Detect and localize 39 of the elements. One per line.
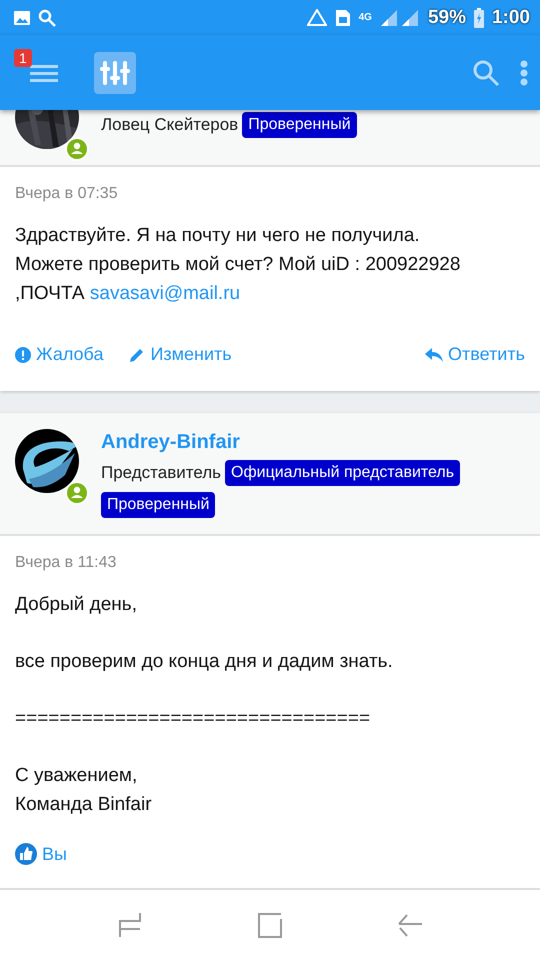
reaction-button[interactable]: Вы <box>15 843 67 865</box>
sliders-button[interactable] <box>94 52 136 94</box>
network-type: 4G <box>358 12 372 22</box>
sliders-icon <box>100 58 130 86</box>
signal-icon <box>380 8 420 26</box>
user-badge: Проверенный <box>242 112 357 138</box>
post-text: ================================ <box>15 707 372 731</box>
edit-button[interactable]: Изменить <box>129 344 232 365</box>
pencil-icon <box>129 346 146 362</box>
post-time: Вчера в 11:43 <box>15 554 118 572</box>
search-icon <box>38 8 56 26</box>
post-text: Добрый день, <box>15 593 138 617</box>
author-name[interactable]: Andrey-Binfair <box>101 431 525 454</box>
reply-icon <box>425 348 444 362</box>
image-icon <box>14 10 30 24</box>
more-icon[interactable] <box>520 60 528 86</box>
back-icon[interactable] <box>397 912 423 938</box>
post-text: С уважением, Команда Binfair <box>15 764 153 817</box>
email-link[interactable]: savasavi@mail.ru <box>90 283 240 304</box>
notification-badge: 1 <box>14 48 32 66</box>
post-time: Вчера в 07:35 <box>15 185 119 203</box>
home-icon[interactable] <box>257 912 283 938</box>
sim-card-icon <box>334 8 351 26</box>
post-text: Здраствуйте. Я на почту ни чего не получила. Можете проверить мой счет? Мой uiD : 200922928 ,ПОЧТА savasavi@mail.ru <box>15 224 462 306</box>
battery-percent: 59% <box>428 6 466 28</box>
exclamation-icon <box>15 346 31 362</box>
report-button[interactable]: Жалоба <box>15 344 104 365</box>
user-badge: Проверенный <box>101 492 216 518</box>
search-icon[interactable] <box>472 58 500 86</box>
post-text: все проверим до конца дня и дадим знать. <box>15 650 394 674</box>
user-badge: Официальный представитель <box>225 460 460 486</box>
recents-icon[interactable] <box>117 912 143 938</box>
clock: 1:00 <box>492 6 530 28</box>
reply-button[interactable]: Ответить <box>425 344 525 365</box>
user-title: Представитель <box>101 463 222 483</box>
thumbs-up-icon <box>15 843 37 865</box>
user-title: Ловец Скейтеров <box>101 115 238 135</box>
battery-icon <box>474 8 484 28</box>
menu-icon[interactable] <box>30 62 58 82</box>
